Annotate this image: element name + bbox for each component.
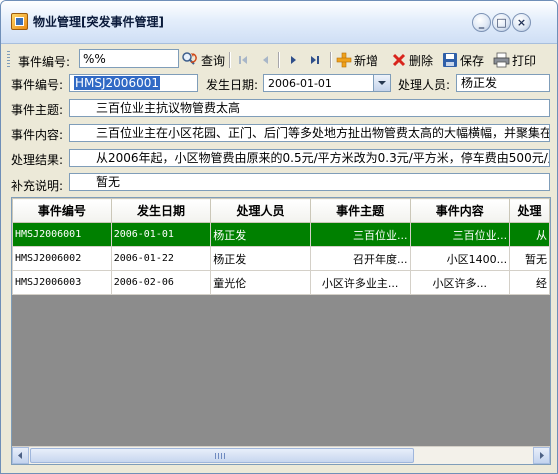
cell-subject[interactable]: 三百位业... xyxy=(309,222,411,247)
delete-icon xyxy=(392,53,406,67)
minimize-button[interactable]: _ xyxy=(472,13,491,32)
cell-date[interactable]: 2006-01-22 xyxy=(110,246,212,271)
first-record-button[interactable] xyxy=(235,50,251,70)
col-header-handler[interactable]: 处理人员 xyxy=(210,198,311,223)
col-header-result[interactable]: 处理 xyxy=(509,198,550,223)
window-title: 物业管理[突发事件管理] xyxy=(33,15,164,29)
table-row[interactable]: HMSJ2006001 2006-01-01 杨正发 三百位业... 三百位业.… xyxy=(12,222,550,247)
print-label: 打印 xyxy=(512,53,537,68)
grid-header-row: 事件编号 发生日期 处理人员 事件主题 事件内容 处理 xyxy=(12,198,550,223)
col-header-date[interactable]: 发生日期 xyxy=(110,198,212,223)
search-label: 事件编号: xyxy=(18,55,71,69)
content-field[interactable]: 三百位业主在小区花园、正门、后门等多处地方扯出物管费太高的大幅横幅，并聚集在 xyxy=(69,124,550,142)
save-label: 保存 xyxy=(460,53,485,68)
first-record-icon xyxy=(239,56,247,64)
table-row[interactable]: HMSJ2006002 2006-01-22 杨正发 召开年度... 小区140… xyxy=(12,246,550,271)
event-no-value: HMSJ2006001 xyxy=(74,76,160,90)
cell-handler[interactable]: 童光伦 xyxy=(210,270,311,295)
cell-subject[interactable]: 召开年度... xyxy=(309,246,411,271)
toolbar-separator xyxy=(278,52,280,68)
toolbar-grip-icon[interactable] xyxy=(7,51,10,69)
subject-label: 事件主题: xyxy=(11,103,64,117)
query-button[interactable]: 查询 xyxy=(181,50,225,70)
event-no-label: 事件编号: xyxy=(11,78,64,92)
toolbar-separator xyxy=(229,52,231,68)
last-record-icon xyxy=(311,56,319,64)
cell-event-no[interactable]: HMSJ2006003 xyxy=(12,270,112,295)
save-icon xyxy=(443,53,457,67)
notes-field[interactable]: 暂无 xyxy=(69,173,550,191)
notes-label: 补充说明: xyxy=(11,179,64,193)
scroll-right-icon xyxy=(540,452,544,459)
previous-record-icon xyxy=(263,56,268,64)
query-icon xyxy=(182,52,197,65)
scroll-thumb[interactable] xyxy=(30,448,414,463)
cell-content[interactable]: 小区许多... xyxy=(409,270,511,295)
notes-value: 暂无 xyxy=(96,175,121,189)
col-header-content[interactable]: 事件内容 xyxy=(409,198,511,223)
result-field[interactable]: 从2006年起，小区物管费由原来的0.5元/平方米改为0.3元/平方米，停车费由… xyxy=(69,149,550,167)
cell-result[interactable]: 暂无 xyxy=(509,246,550,271)
date-label: 发生日期: xyxy=(206,78,259,92)
date-value: 2006-01-01 xyxy=(268,77,332,90)
previous-record-button[interactable] xyxy=(257,50,273,70)
search-input[interactable] xyxy=(79,49,179,68)
next-record-button[interactable] xyxy=(286,50,302,70)
toolbar-separator xyxy=(330,52,332,68)
events-table: 事件编号 发生日期 处理人员 事件主题 事件内容 处理 HMSJ2006001 … xyxy=(12,198,550,295)
events-grid[interactable]: 事件编号 发生日期 处理人员 事件主题 事件内容 处理 HMSJ2006001 … xyxy=(11,197,551,465)
cell-result[interactable]: 经 xyxy=(509,270,550,295)
plus-icon xyxy=(336,52,352,68)
close-button[interactable]: × xyxy=(512,13,531,32)
handler-value: 杨正发 xyxy=(461,76,498,90)
cell-event-no[interactable]: HMSJ2006001 xyxy=(12,222,112,247)
maximize-button[interactable]: □ xyxy=(492,13,511,32)
col-header-subject[interactable]: 事件主题 xyxy=(309,198,411,223)
cell-content[interactable]: 三百位业... xyxy=(409,222,511,247)
event-no-field[interactable]: HMSJ2006001 xyxy=(69,74,198,92)
cell-date[interactable]: 2006-02-06 xyxy=(110,270,212,295)
next-record-icon xyxy=(291,56,296,64)
scroll-left-icon xyxy=(18,452,22,459)
new-label: 新增 xyxy=(354,53,379,68)
app-icon xyxy=(11,13,28,30)
toolbar: 事件编号: 查询 xyxy=(4,47,554,73)
content-value: 三百位业主在小区花园、正门、后门等多处地方扯出物管费太高的大幅横幅，并聚集在 xyxy=(96,126,550,140)
title-bar[interactable]: 物业管理[突发事件管理] _ □ × xyxy=(1,1,557,44)
printer-icon xyxy=(493,52,510,68)
scroll-left-button[interactable] xyxy=(12,447,29,464)
table-row[interactable]: HMSJ2006003 2006-02-06 童光伦 小区许多业主... 小区许… xyxy=(12,270,550,295)
save-button[interactable]: 保存 xyxy=(442,50,484,70)
last-record-button[interactable] xyxy=(307,50,323,70)
handler-label: 处理人员: xyxy=(398,78,451,92)
calendar-dropdown-icon[interactable] xyxy=(373,75,390,91)
delete-label: 删除 xyxy=(409,53,434,68)
app-window: 物业管理[突发事件管理] _ □ × 事件编号: 查询 xyxy=(0,0,558,474)
horizontal-scrollbar[interactable] xyxy=(12,446,550,464)
cell-content[interactable]: 小区1400... xyxy=(409,246,511,271)
content-label: 事件内容: xyxy=(11,128,64,142)
new-button[interactable]: 新增 xyxy=(336,50,378,70)
result-label: 处理结果: xyxy=(11,153,64,167)
scroll-right-button[interactable] xyxy=(533,447,550,464)
subject-field[interactable]: 三百位业主抗议物管费太高 xyxy=(69,99,550,117)
cell-event-no[interactable]: HMSJ2006002 xyxy=(12,246,112,271)
query-label: 查询 xyxy=(201,53,226,68)
cell-handler[interactable]: 杨正发 xyxy=(210,246,311,271)
cell-subject[interactable]: 小区许多业主... xyxy=(309,270,411,295)
subject-value: 三百位业主抗议物管费太高 xyxy=(96,101,241,115)
result-value: 从2006年起，小区物管费由原来的0.5元/平方米改为0.3元/平方米，停车费由… xyxy=(96,151,550,165)
cell-date[interactable]: 2006-01-01 xyxy=(110,222,212,247)
col-header-event-no[interactable]: 事件编号 xyxy=(12,198,112,223)
handler-field[interactable]: 杨正发 xyxy=(456,74,550,92)
cell-handler[interactable]: 杨正发 xyxy=(210,222,311,247)
cell-result[interactable]: 从 xyxy=(509,222,550,247)
date-picker[interactable]: 2006-01-01 xyxy=(263,74,391,92)
print-button[interactable]: 打印 xyxy=(493,50,536,70)
delete-button[interactable]: 删除 xyxy=(391,50,433,70)
